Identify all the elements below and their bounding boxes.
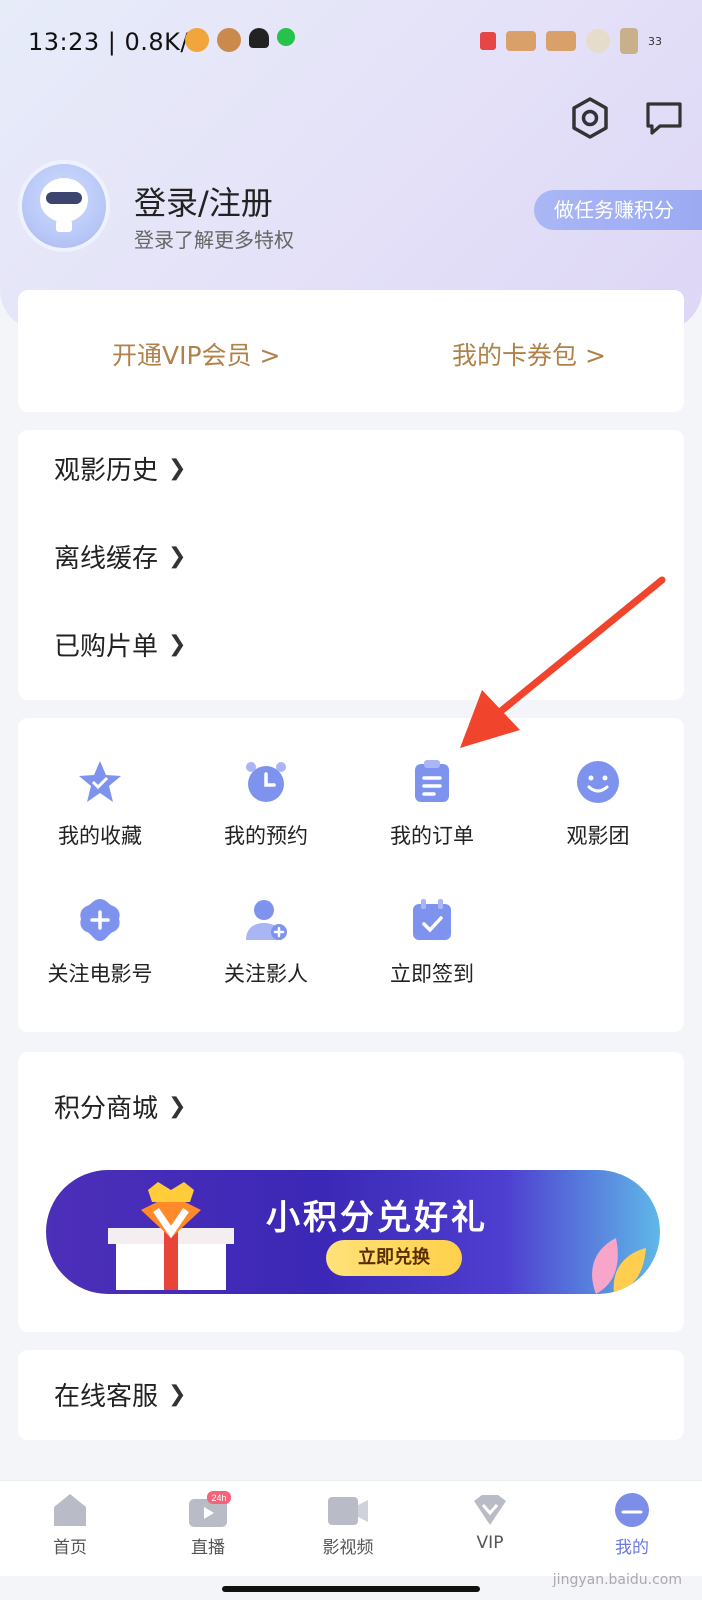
calendar-check-icon xyxy=(413,899,451,940)
points-mall-title: 积分商城 xyxy=(54,1094,159,1124)
nav-profile[interactable]: 我的 xyxy=(582,1491,682,1558)
smiley-icon xyxy=(577,761,619,803)
banner-title: 小积分兑好礼 xyxy=(266,1198,488,1238)
login-title[interactable]: 登录/注册 xyxy=(134,178,273,224)
avatar[interactable] xyxy=(18,160,110,252)
grid-item-label: 关注影人 xyxy=(224,962,308,986)
list-item-label: 已购片单 xyxy=(54,632,159,662)
points-mall-banner[interactable]: 小积分兑好礼 立即兑换 xyxy=(46,1170,660,1294)
grid-item-reservations[interactable]: 我的预约 xyxy=(186,758,346,850)
nav-videos[interactable]: 影视频 xyxy=(298,1491,398,1558)
star-icon xyxy=(79,761,121,802)
live-tv-icon: 24h xyxy=(189,1491,231,1527)
bluetooth-icon xyxy=(480,32,496,50)
nav-home[interactable]: 首页 xyxy=(20,1491,120,1558)
history-list-card: 观影历史 ❯ 离线缓存 ❯ 已购片单 ❯ xyxy=(18,430,684,700)
signal-count: 33 xyxy=(648,34,662,48)
grid-item-follow-people[interactable]: 关注影人 xyxy=(186,896,346,988)
list-item-purchased[interactable]: 已购片单 ❯ xyxy=(54,626,186,663)
points-mall-link[interactable]: 积分商城 ❯ xyxy=(54,1088,186,1125)
vip-diamond-icon xyxy=(474,1495,506,1525)
wifi-icon xyxy=(586,29,610,53)
customer-service-link[interactable]: 在线客服 ❯ xyxy=(54,1376,186,1413)
chevron-right-icon: ❯ xyxy=(168,632,187,657)
hd-signal-icon xyxy=(506,31,536,51)
wechat-icon xyxy=(277,28,295,46)
grid-item-orders[interactable]: 我的订单 xyxy=(352,758,512,850)
battery-icon xyxy=(620,28,638,54)
nav-vip[interactable]: VIP xyxy=(440,1491,540,1553)
status-time: 13:23 | 0.8K/s xyxy=(28,28,203,56)
robot-avatar-icon xyxy=(40,178,88,232)
feature-grid-card: 我的收藏 我的预约 我的订单 观影团 关注电影号 关注影人 立即签到 xyxy=(18,718,684,1032)
list-item-offline-cache[interactable]: 离线缓存 ❯ xyxy=(54,538,186,575)
coupon-wallet-link[interactable]: 我的卡券包 > xyxy=(452,336,606,372)
login-subtitle: 登录了解更多特权 xyxy=(134,228,294,252)
nav-live-badge: 24h xyxy=(211,1493,226,1503)
settings-icon[interactable] xyxy=(568,96,612,140)
grid-item-label: 我的预约 xyxy=(224,824,308,848)
chevron-right-icon: ❯ xyxy=(168,544,187,569)
grid-item-favorites[interactable]: 我的收藏 xyxy=(20,758,180,850)
open-vip-link[interactable]: 开通VIP会员 > xyxy=(112,336,280,372)
clipboard-icon xyxy=(415,760,449,802)
list-item-watch-history[interactable]: 观影历史 ❯ xyxy=(54,450,186,487)
hd-signal-icon xyxy=(546,31,576,51)
add-badge-icon xyxy=(80,899,120,941)
grid-item-label: 立即签到 xyxy=(390,962,474,986)
home-indicator[interactable] xyxy=(222,1586,480,1592)
grid-item-label: 我的收藏 xyxy=(58,824,142,848)
cookie-icon xyxy=(217,28,241,52)
status-bar: 13:23 | 0.8K/s 33 xyxy=(0,0,702,90)
grid-item-label: 观影团 xyxy=(566,824,630,848)
chevron-right-icon: ❯ xyxy=(168,456,187,481)
chevron-right-icon: ❯ xyxy=(168,1094,187,1119)
nav-label: 我的 xyxy=(615,1538,649,1558)
watermark: jingyan.baidu.com xyxy=(552,1572,682,1588)
nav-label: VIP xyxy=(476,1533,504,1553)
grid-item-follow-channel[interactable]: 关注电影号 xyxy=(20,896,180,988)
vip-card: 开通VIP会员 > 我的卡券包 > xyxy=(18,290,684,412)
grid-item-movie-group[interactable]: 观影团 xyxy=(518,758,678,850)
chevron-right-icon: ❯ xyxy=(168,1382,187,1407)
alarm-clock-icon xyxy=(246,762,286,802)
grid-item-check-in[interactable]: 立即签到 xyxy=(352,896,512,988)
video-camera-icon xyxy=(328,1497,368,1525)
message-icon[interactable] xyxy=(642,96,686,140)
nav-label: 影视频 xyxy=(322,1538,374,1558)
nav-label: 直播 xyxy=(191,1538,225,1558)
nav-live[interactable]: 24h 直播 xyxy=(158,1491,258,1558)
add-person-icon xyxy=(246,900,287,940)
headphones-icon xyxy=(249,28,269,48)
customer-service-card: 在线客服 ❯ xyxy=(18,1350,684,1440)
home-icon xyxy=(54,1494,86,1526)
redeem-now-button[interactable]: 立即兑换 xyxy=(326,1240,462,1276)
list-item-label: 观影历史 xyxy=(54,456,159,486)
gift-box-icon xyxy=(108,1182,234,1290)
status-system-icons: 33 xyxy=(480,28,662,54)
leaf-decoration-icon xyxy=(592,1238,646,1294)
grid-item-label: 我的订单 xyxy=(390,824,474,848)
bottom-navigation: 首页 24h 直播 影视频 VIP 我的 xyxy=(0,1480,702,1576)
customer-service-title: 在线客服 xyxy=(54,1382,159,1412)
grid-item-label: 关注电影号 xyxy=(47,962,153,986)
earn-points-button[interactable]: 做任务赚积分 xyxy=(534,190,702,230)
nav-label: 首页 xyxy=(53,1538,87,1558)
status-notification-icons xyxy=(185,28,295,52)
list-item-label: 离线缓存 xyxy=(54,544,159,574)
profile-icon xyxy=(615,1493,649,1527)
carrot-icon xyxy=(185,28,209,52)
points-mall-card: 积分商城 ❯ 小积分兑好礼 立即兑换 xyxy=(18,1052,684,1332)
